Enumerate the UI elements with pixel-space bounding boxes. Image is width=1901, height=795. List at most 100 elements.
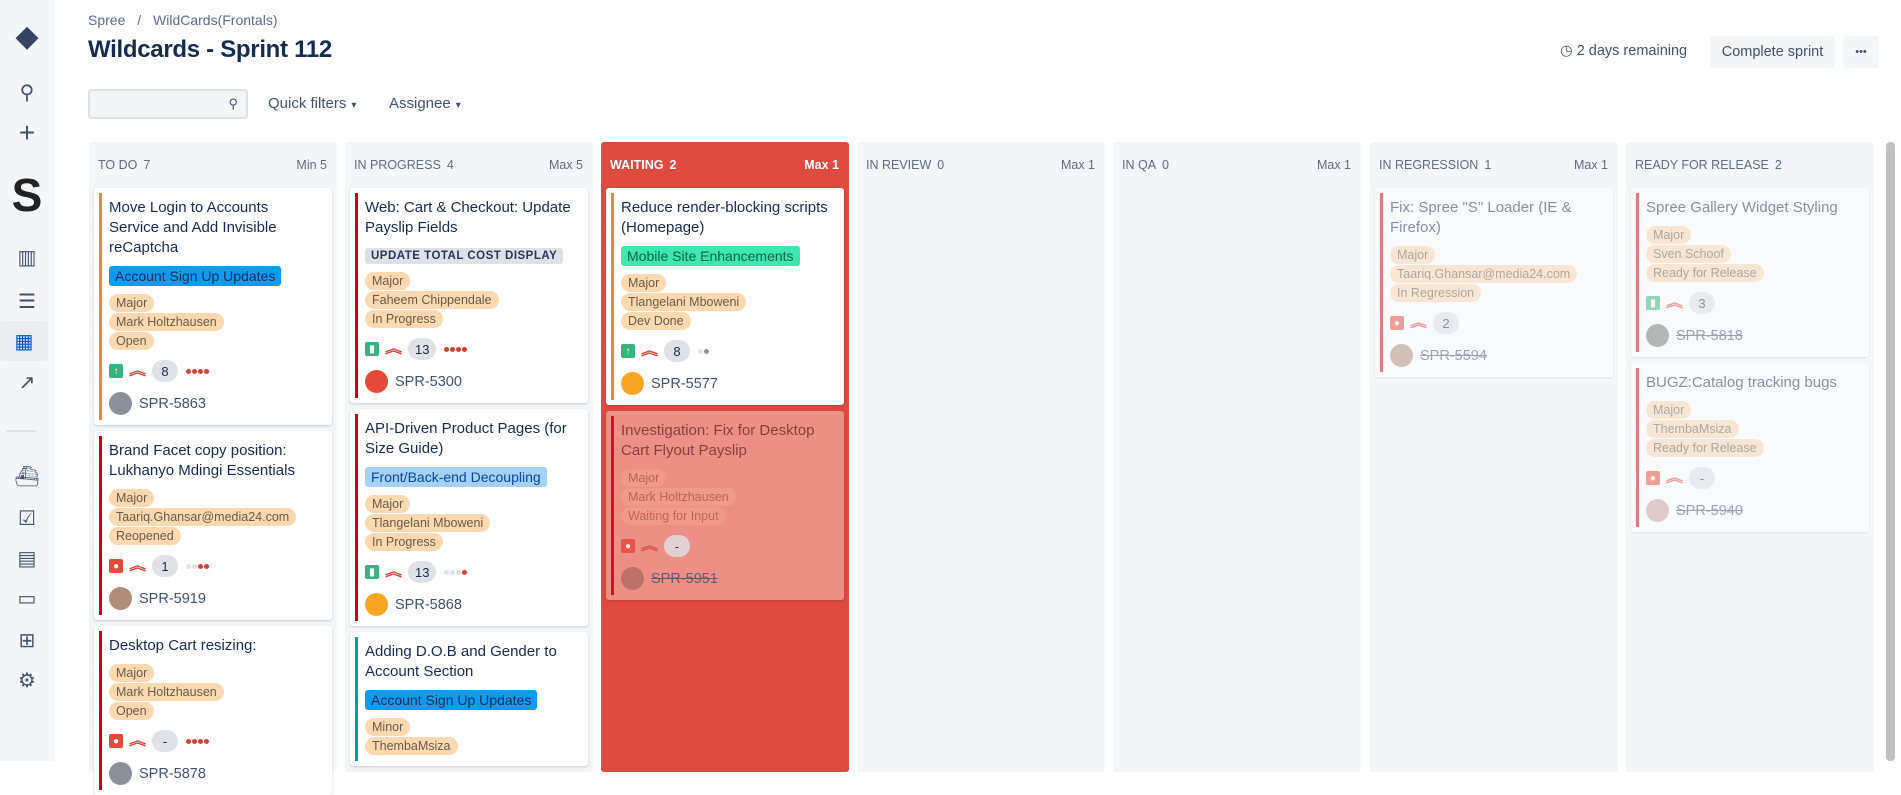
field-pill: Ready for Release: [1646, 264, 1764, 282]
ship-icon[interactable]: ⛴: [7, 456, 47, 496]
issue-card[interactable]: Adding D.O.B and Gender to Account Secti…: [350, 632, 588, 766]
issue-key[interactable]: SPR-5940: [1676, 503, 1743, 519]
card-fields: Major Faheem Chippendale In Progress: [365, 272, 578, 328]
field-pill: Taariq.Ghansar@media24.com: [1390, 265, 1578, 283]
issue-card[interactable]: Reduce render-blocking scripts (Homepage…: [606, 188, 844, 405]
assignee-avatar: [109, 762, 132, 785]
search-icon[interactable]: ⚲: [7, 72, 47, 112]
more-actions-button[interactable]: •••: [1843, 36, 1879, 68]
assignee-avatar: [109, 587, 132, 610]
global-sidebar: ◆ ⚲ + S ▥ ☰ ▦ ↗ ⛴ ☑ ▤ ▭ ⊞ ⚙: [0, 0, 55, 761]
breadcrumb-project[interactable]: Spree: [88, 12, 125, 28]
dot: [204, 368, 210, 374]
bug-type-icon: ●: [621, 539, 635, 553]
epic-label[interactable]: UPDATE TOTAL COST DISPLAY: [365, 248, 564, 264]
issue-card[interactable]: Spree Gallery Widget Styling Major Sven Sc…: [1631, 188, 1869, 357]
issue-card[interactable]: Web: Cart & Checkout: Update Payslip Fie…: [350, 188, 588, 403]
chevron-down-icon: ▾: [351, 100, 357, 111]
quick-filters-dropdown[interactable]: Quick filters ▾: [268, 95, 356, 112]
column-header: IN QA 0 Max 1: [1118, 142, 1356, 188]
reports-icon[interactable]: ↗: [7, 362, 47, 402]
priority-major-icon: ︽: [641, 538, 658, 553]
assignee-avatar: [109, 392, 132, 415]
card-fields: Major Mark Holtzhausen Open: [109, 664, 322, 720]
board-icon[interactable]: ▦: [0, 321, 48, 361]
issue-key[interactable]: SPR-5594: [1420, 348, 1487, 364]
card-color-bar: [1636, 193, 1639, 352]
column-count: 0: [937, 158, 945, 172]
dot: [192, 563, 198, 569]
releases-icon[interactable]: ☰: [7, 281, 47, 321]
dot: [198, 563, 204, 569]
create-plus-icon[interactable]: +: [7, 113, 47, 153]
field-pill: In Progress: [365, 533, 443, 551]
bug-type-icon: ●: [109, 559, 123, 573]
pages-icon[interactable]: ▤: [7, 538, 47, 578]
card-fields: Major Mark Holtzhausen Open: [109, 294, 322, 350]
column-in-regression: IN REGRESSION 1 Max 1 Fix: Spree "S" Loade…: [1370, 142, 1618, 772]
column-count: 2: [1774, 158, 1782, 172]
issue-card[interactable]: Fix: Spree "S" Loader (IE & Firefox) Majo…: [1375, 188, 1613, 377]
card-fields: Major ThembaMsiza Ready for Release: [1646, 401, 1859, 457]
project-avatar-icon[interactable]: S: [7, 169, 47, 221]
card-color-bar: [611, 193, 614, 400]
settings-gear-icon[interactable]: ⚙: [7, 660, 47, 700]
complete-sprint-button[interactable]: Complete sprint: [1710, 36, 1835, 68]
card-fields: Major Sven Schoof Ready for Release: [1646, 226, 1859, 282]
estimate-badge: 2: [1433, 312, 1460, 334]
dot: [444, 346, 450, 352]
card-key-row: SPR-5878: [109, 762, 322, 785]
card-color-bar: [355, 637, 358, 761]
issue-key[interactable]: SPR-5878: [139, 766, 206, 782]
epic-label[interactable]: Front/Back-end Decoupling: [365, 467, 547, 487]
issue-card[interactable]: Brand Facet copy position: Lukhanyo Mdin…: [94, 431, 332, 620]
issue-card[interactable]: BUGZ:Catalog tracking bugs Major ThembaMsi…: [1631, 363, 1869, 532]
field-pill: Major: [109, 489, 155, 507]
issue-key[interactable]: SPR-5863: [139, 396, 206, 412]
components-icon[interactable]: ▭: [7, 578, 47, 618]
tests-icon[interactable]: ☑: [7, 498, 47, 538]
issue-card[interactable]: Investigation: Fix for Desktop Cart Flyo…: [606, 411, 844, 600]
card-key-row: SPR-5940: [1646, 499, 1859, 522]
issue-key[interactable]: SPR-5919: [139, 591, 206, 607]
issue-card[interactable]: Desktop Cart resizing: Major Mark Holtzhau…: [94, 626, 332, 795]
breadcrumb-board[interactable]: WildCards(Frontals): [153, 12, 277, 28]
backlog-icon[interactable]: ▥: [7, 237, 47, 277]
dot: [698, 348, 704, 354]
story-type-icon: ▮: [365, 565, 379, 579]
issue-key[interactable]: SPR-5577: [651, 376, 718, 392]
column-count: 2: [669, 158, 677, 172]
issue-key[interactable]: SPR-5868: [395, 597, 462, 613]
field-pill: Major: [1390, 246, 1436, 264]
jira-logo-icon[interactable]: ◆: [7, 16, 47, 56]
assignee-label: Assignee: [389, 95, 451, 112]
issue-card[interactable]: Move Login to Accounts Service and Add I…: [94, 188, 332, 425]
card-footer: ● ︽ -: [621, 535, 834, 557]
field-pill: Mark Holtzhausen: [109, 313, 224, 331]
board-scrollbar[interactable]: [1886, 142, 1895, 761]
card-key-row: SPR-5868: [365, 593, 578, 616]
card-title: Investigation: Fix for Desktop Cart Flyo…: [621, 422, 815, 459]
issue-card[interactable]: API-Driven Product Pages (for Size Guide…: [350, 409, 588, 626]
quick-filters-label: Quick filters: [268, 95, 347, 112]
card-footer: ↑ ︽ 8: [109, 360, 322, 382]
priority-major-icon: ︽: [129, 733, 146, 748]
epic-label[interactable]: Account Sign Up Updates: [109, 266, 282, 286]
story-type-icon: ▮: [365, 342, 379, 356]
dot: [462, 346, 468, 352]
dot: [186, 738, 192, 744]
days-in-column-dots: [444, 346, 468, 352]
epic-label[interactable]: Mobile Site Enhancements: [621, 246, 800, 266]
priority-major-icon: ︽: [385, 341, 402, 356]
assignee-dropdown[interactable]: Assignee ▾: [389, 95, 461, 112]
assignee-avatar: [365, 593, 388, 616]
breadcrumb: Spree / WildCards(Frontals): [88, 12, 286, 28]
search-input[interactable]: ⚲: [88, 89, 248, 119]
issue-key[interactable]: SPR-5951: [651, 571, 718, 587]
card-title: Spree Gallery Widget Styling: [1646, 199, 1838, 216]
issue-key[interactable]: SPR-5818: [1676, 328, 1743, 344]
issue-key[interactable]: SPR-5300: [395, 374, 462, 390]
estimate-badge: 13: [408, 338, 437, 360]
add-item-icon[interactable]: ⊞: [7, 620, 47, 660]
epic-label[interactable]: Account Sign Up Updates: [365, 690, 538, 710]
